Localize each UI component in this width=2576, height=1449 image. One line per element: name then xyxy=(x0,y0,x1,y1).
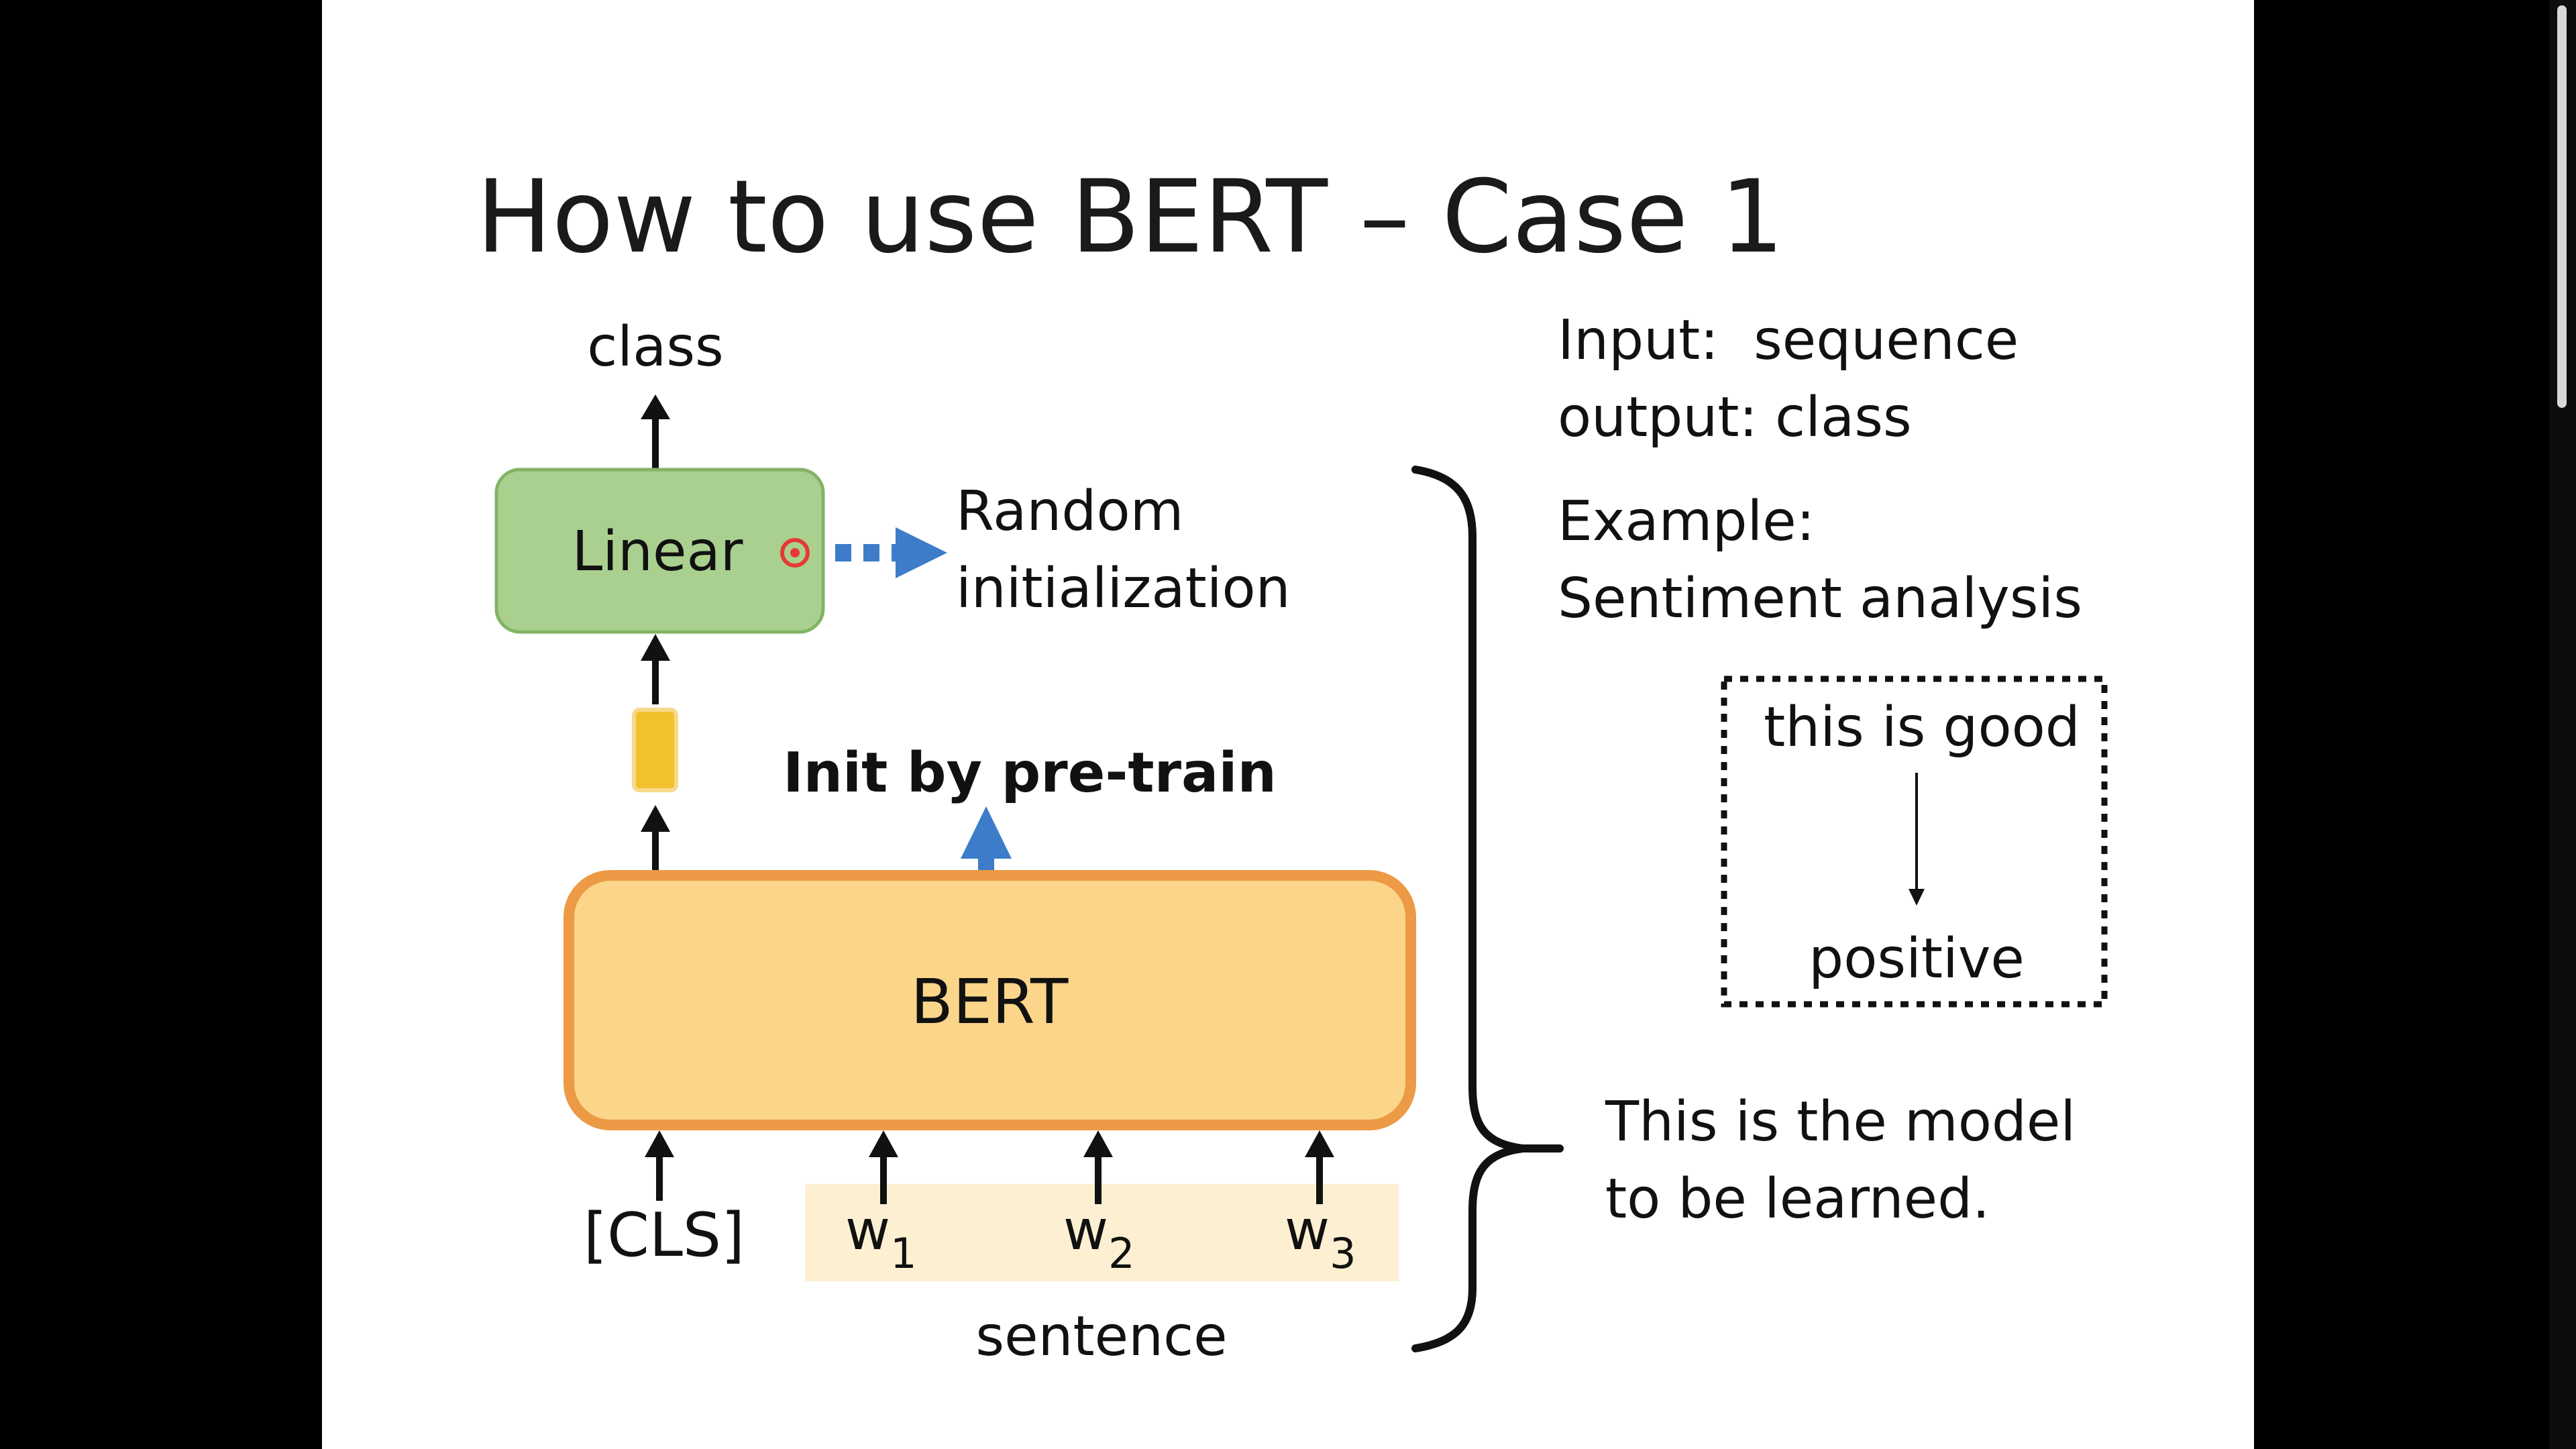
input-spec: Input: sequence xyxy=(1558,309,2019,372)
laser-pointer-center xyxy=(790,548,800,557)
linear-label: Linear xyxy=(572,520,743,584)
arrowhead-vector-to-linear xyxy=(641,634,670,661)
brace-note-line2: to be learned. xyxy=(1605,1167,1990,1231)
arrowhead-w1-to-bert xyxy=(869,1130,898,1157)
example-input: this is good xyxy=(1764,696,2080,759)
init-pretrain-label: Init by pre-train xyxy=(783,741,1277,805)
output-spec: output: class xyxy=(1558,386,1912,449)
example-task: Sentiment analysis xyxy=(1558,567,2082,631)
random-init-line2: initialization xyxy=(956,557,1291,621)
cls-output-vector xyxy=(632,708,678,792)
slide-diagram: How to use BERT – Case 1 class Linear Ra… xyxy=(476,159,2108,1368)
cls-token: [CLS] xyxy=(584,1200,745,1271)
random-init-line1: Random xyxy=(956,480,1184,543)
bert-label: BERT xyxy=(911,966,1069,1038)
brace-note-line1: This is the model xyxy=(1605,1090,2076,1154)
pretrain-arrowhead xyxy=(961,806,1012,859)
example-arrowhead xyxy=(1909,889,1925,906)
arrowhead-linear-to-class xyxy=(641,394,670,419)
output-class-label: class xyxy=(587,315,724,379)
example-label: Example: xyxy=(1558,490,1815,553)
model-brace xyxy=(1411,466,1564,1352)
example-output: positive xyxy=(1809,927,2025,991)
sentence-label: sentence xyxy=(975,1305,1227,1368)
random-init-arrowhead xyxy=(896,527,947,578)
arrowhead-w3-to-bert xyxy=(1305,1130,1334,1157)
arrowhead-w2-to-bert xyxy=(1083,1130,1113,1157)
page-title: How to use BERT – Case 1 xyxy=(476,159,1784,276)
arrowhead-cls-to-bert xyxy=(645,1130,674,1157)
arrowhead-bert-to-vector xyxy=(641,805,670,832)
screen: How to use BERT – Case 1 class Linear Ra… xyxy=(0,0,2576,1449)
